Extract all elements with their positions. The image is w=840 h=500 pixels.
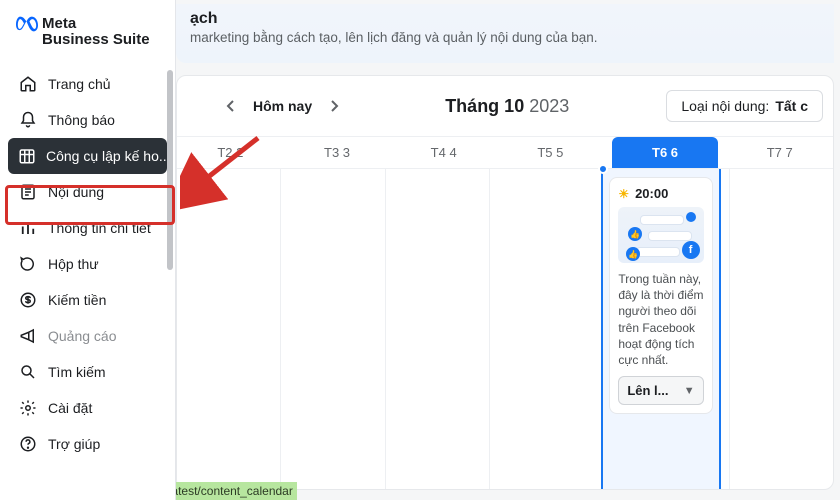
today-button[interactable]: Hôm nay (245, 94, 320, 118)
event-graphic: 👍 👍 f (618, 207, 703, 263)
brand-text: Meta Business Suite (42, 16, 150, 48)
day-column[interactable] (729, 169, 833, 489)
sidebar-item-label: Hộp thư (48, 256, 99, 272)
page-title-fragment: ạch (190, 10, 820, 28)
day-header[interactable]: T5 5 (497, 137, 604, 168)
document-icon (18, 183, 38, 201)
day-header[interactable]: T7 7 (726, 137, 833, 168)
search-icon (18, 363, 38, 381)
sidebar-item-label: Công cụ lập kế ho... (46, 148, 167, 164)
calendar-body: ☀ 20:00 👍 👍 f Trong tuần này, đ (177, 169, 833, 489)
gear-icon (18, 399, 38, 417)
meta-logo-icon (16, 16, 36, 36)
sidebar-item-label: Kiếm tiền (48, 292, 106, 308)
day-header[interactable]: T4 4 (390, 137, 497, 168)
current-time-dot (598, 164, 608, 174)
event-text: Trong tuần này, đây là thời điểm người t… (618, 271, 703, 368)
content-type-filter[interactable]: Loại nội dung: Tất c (666, 90, 823, 122)
calendar-grid-icon (18, 147, 36, 165)
sidebar-item-label: Trợ giúp (48, 436, 100, 452)
month-label: Tháng 10 2023 (348, 96, 666, 117)
day-column[interactable] (280, 169, 384, 489)
chat-icon (18, 255, 38, 273)
event-schedule-button[interactable]: Lên l... ▼ (618, 376, 703, 405)
next-button[interactable] (320, 92, 348, 120)
filter-label-bold: Tất c (775, 98, 808, 114)
day-column[interactable] (177, 169, 280, 489)
event-time: ☀ 20:00 (618, 186, 703, 201)
sidebar-item-monetize[interactable]: Kiếm tiền (8, 282, 167, 318)
chevron-down-icon: ▼ (684, 385, 695, 397)
sun-icon: ☀ (618, 187, 629, 201)
brand: Meta Business Suite (0, 10, 175, 66)
day-column[interactable] (489, 169, 593, 489)
day-column-active[interactable]: ☀ 20:00 👍 👍 f Trong tuần này, đ (601, 169, 720, 489)
sidebar-item-label: Tìm kiếm (48, 364, 106, 380)
day-header[interactable]: T2 2 (177, 137, 284, 168)
sidebar-item-label: Cài đặt (48, 400, 92, 416)
help-icon (18, 435, 38, 453)
day-column[interactable] (385, 169, 489, 489)
sidebar-item-search[interactable]: Tìm kiếm (8, 354, 167, 390)
sidebar-item-label: Thông tin chi tiết (48, 220, 151, 236)
page-header: ạch marketing bằng cách tạo, lên lịch đă… (176, 4, 834, 63)
sidebar-item-inbox[interactable]: Hộp thư (8, 246, 167, 282)
bell-icon (18, 111, 38, 129)
sidebar-item-label: Thông báo (48, 112, 115, 128)
main: ạch marketing bằng cách tạo, lên lịch đă… (176, 0, 840, 500)
sidebar-item-label: Quảng cáo (48, 328, 117, 344)
megaphone-icon (18, 327, 38, 345)
calendar-toolbar: Hôm nay Tháng 10 2023 Loại nội dung: Tất… (177, 80, 833, 136)
prev-button[interactable] (217, 92, 245, 120)
sidebar-item-ads[interactable]: Quảng cáo (8, 318, 167, 354)
dollar-icon (18, 291, 38, 309)
sidebar-item-content[interactable]: Nội dung (8, 174, 167, 210)
sidebar: Meta Business Suite Trang chủ Thông báo (0, 0, 176, 500)
day-header-active[interactable]: T6 6 (612, 137, 719, 168)
sidebar-item-planner[interactable]: Công cụ lập kế ho... (8, 138, 167, 174)
sidebar-item-home[interactable]: Trang chủ (8, 66, 167, 102)
sidebar-item-label: Nội dung (48, 184, 104, 200)
sidebar-item-settings[interactable]: Cài đặt (8, 390, 167, 426)
sidebar-item-label: Trang chủ (48, 76, 111, 92)
page-subtitle: marketing bằng cách tạo, lên lịch đăng v… (190, 30, 820, 45)
event-card[interactable]: ☀ 20:00 👍 👍 f Trong tuần này, đ (609, 177, 712, 414)
calendar-card: Hôm nay Tháng 10 2023 Loại nội dung: Tất… (176, 75, 834, 490)
sidebar-nav: Trang chủ Thông báo Công cụ lập kế ho...… (0, 66, 175, 500)
sidebar-item-insights[interactable]: Thông tin chi tiết (8, 210, 167, 246)
sidebar-item-help[interactable]: Trợ giúp (8, 426, 167, 462)
sidebar-item-notifications[interactable]: Thông báo (8, 102, 167, 138)
day-header[interactable]: T3 3 (284, 137, 391, 168)
home-icon (18, 75, 38, 93)
calendar-day-header: T2 2 T3 3 T4 4 T5 5 T6 6 T7 7 (177, 136, 833, 169)
filter-label-prefix: Loại nội dung: (681, 98, 769, 114)
bars-icon (18, 219, 38, 237)
